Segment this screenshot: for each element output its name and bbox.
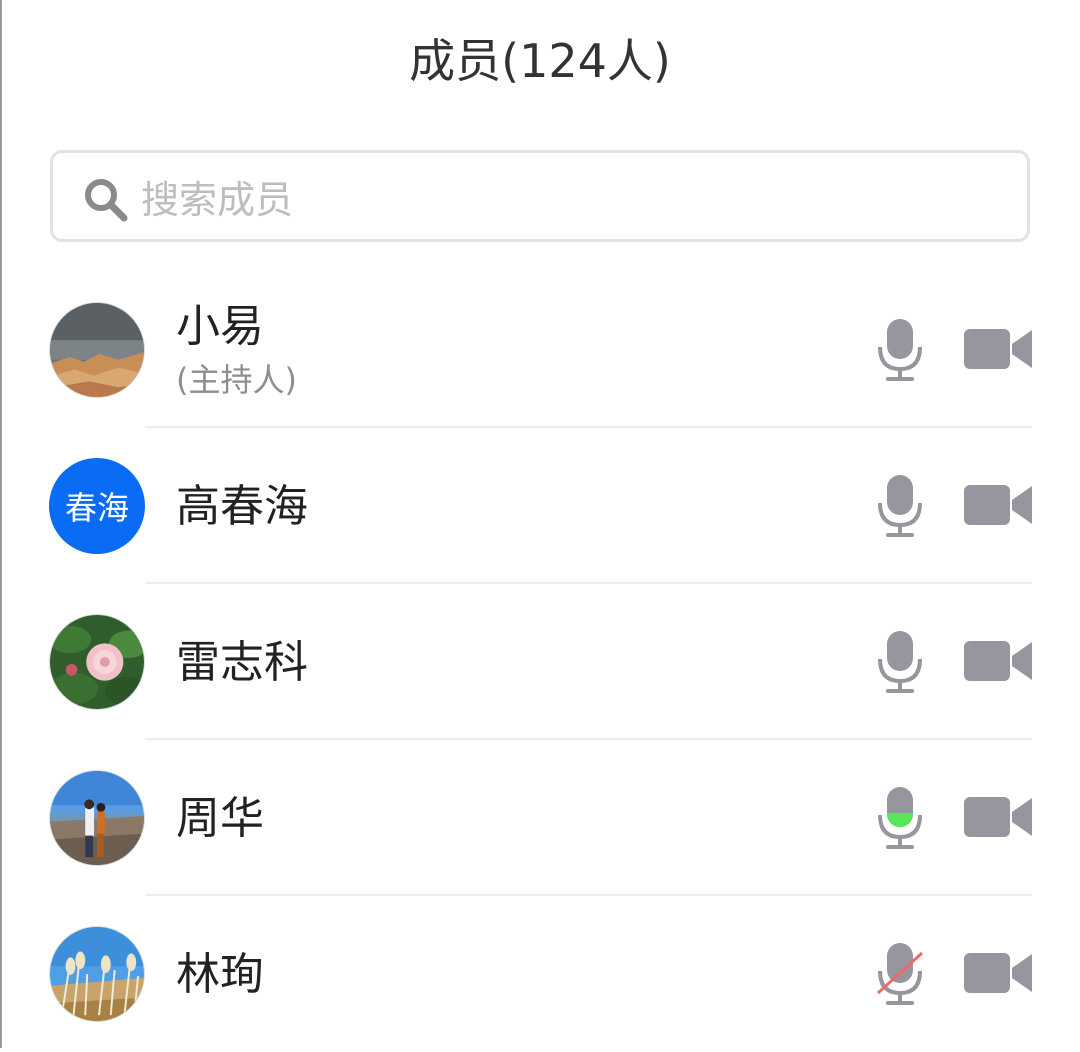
member-name: 小易 bbox=[176, 301, 264, 352]
member-row[interactable]: 林珣 bbox=[0, 896, 1080, 1052]
avatar bbox=[49, 770, 145, 866]
microphone-muted-icon[interactable] bbox=[876, 941, 924, 1007]
search-input[interactable]: 搜索成员 bbox=[50, 150, 1030, 242]
member-row[interactable]: 雷志科 bbox=[0, 584, 1080, 740]
microphone-speaking-icon[interactable] bbox=[876, 785, 924, 851]
member-list: 小易 (主持人) 春海 高春海 雷志科 周华 林珣 bbox=[0, 272, 1080, 1052]
microphone-icon[interactable] bbox=[876, 473, 924, 539]
page-title: 成员(124人) bbox=[409, 34, 671, 88]
microphone-icon[interactable] bbox=[876, 317, 924, 383]
member-name: 高春海 bbox=[176, 481, 308, 532]
avatar bbox=[49, 926, 145, 1022]
member-role: (主持人) bbox=[176, 361, 297, 399]
video-camera-icon[interactable] bbox=[962, 638, 1034, 684]
video-camera-icon[interactable] bbox=[962, 326, 1034, 372]
member-name: 林珣 bbox=[176, 949, 264, 1000]
search-icon bbox=[85, 179, 128, 222]
member-name: 雷志科 bbox=[176, 637, 308, 688]
microphone-icon[interactable] bbox=[876, 629, 924, 695]
search-placeholder: 搜索成员 bbox=[141, 178, 294, 222]
avatar: 春海 bbox=[49, 458, 145, 554]
video-camera-icon[interactable] bbox=[962, 482, 1034, 528]
member-name: 周华 bbox=[176, 793, 264, 844]
member-row[interactable]: 春海 高春海 bbox=[0, 428, 1080, 584]
avatar bbox=[49, 614, 145, 710]
avatar bbox=[49, 302, 145, 398]
member-row[interactable]: 周华 bbox=[0, 740, 1080, 896]
video-camera-icon[interactable] bbox=[962, 794, 1034, 840]
member-row[interactable]: 小易 (主持人) bbox=[0, 272, 1080, 428]
video-camera-icon[interactable] bbox=[962, 950, 1034, 996]
